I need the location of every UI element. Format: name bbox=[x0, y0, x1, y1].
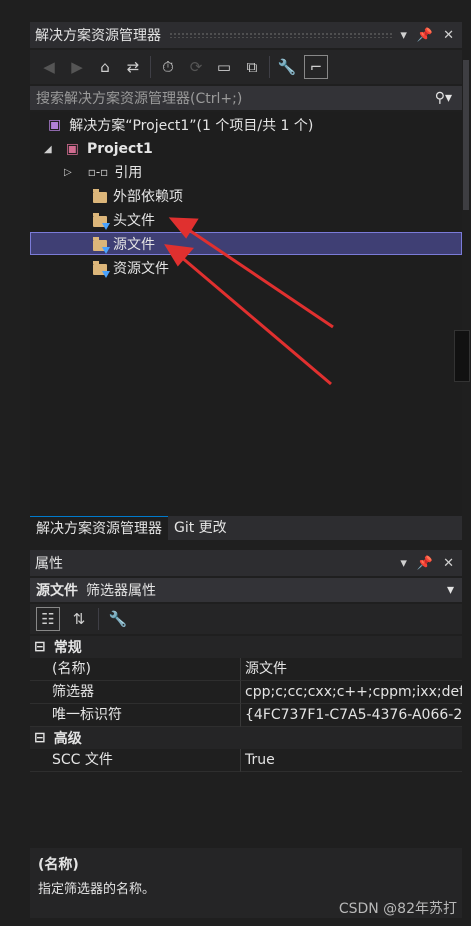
tab-git-changes[interactable]: Git 更改 bbox=[168, 516, 233, 540]
category-label: 常规 bbox=[53, 640, 82, 656]
property-grid: ⊟ 常规 (名称) 源文件 筛选器 cpp;c;cc;cxx;c++;cppm;… bbox=[30, 636, 462, 772]
category-general[interactable]: ⊟ 常规 bbox=[30, 636, 462, 658]
pin-icon[interactable]: 📌 bbox=[417, 556, 433, 571]
collapse-icon[interactable]: ⊟ bbox=[30, 639, 54, 655]
description-title: (名称) bbox=[38, 857, 79, 873]
property-name: SCC 文件 bbox=[30, 749, 241, 772]
property-name: 筛选器 bbox=[30, 681, 241, 704]
description-text: 指定筛选器的名称。 bbox=[38, 882, 156, 897]
properties-title: 属性 bbox=[35, 556, 63, 572]
collapse-icon[interactable]: ⊟ bbox=[30, 730, 54, 746]
category-advanced[interactable]: ⊟ 高级 bbox=[30, 727, 462, 749]
chevron-down-icon[interactable]: ▾ bbox=[400, 556, 407, 571]
property-row[interactable]: (名称) 源文件 bbox=[30, 658, 462, 681]
annotation-arrows bbox=[164, 217, 334, 386]
arrow-line-header bbox=[185, 226, 334, 329]
toolbar-separator bbox=[98, 608, 99, 630]
property-value[interactable]: cpp;c;cc;cxx;c++;cppm;ixx;def bbox=[241, 681, 462, 704]
property-name: 唯一标识符 bbox=[30, 704, 241, 727]
property-row[interactable]: 唯一标识符 {4FC737F1-C7A5-4376-A066-2 bbox=[30, 704, 462, 727]
category-label: 高级 bbox=[53, 731, 82, 747]
object-selector[interactable]: 源文件 筛选器属性 ▾ bbox=[30, 578, 462, 602]
property-name: (名称) bbox=[30, 658, 241, 681]
tab-solution-explorer[interactable]: 解决方案资源管理器 bbox=[30, 516, 168, 540]
properties-toolbar: ☷ ⇅ 🔧 bbox=[30, 604, 462, 634]
property-value[interactable]: 源文件 bbox=[241, 658, 462, 681]
property-pages-wrench-icon[interactable]: 🔧 bbox=[107, 608, 129, 630]
selected-object-name: 源文件 bbox=[36, 583, 78, 599]
property-value[interactable]: True bbox=[241, 749, 462, 772]
watermark: CSDN @82年苏打 bbox=[338, 901, 457, 917]
chevron-down-icon[interactable]: ▾ bbox=[447, 582, 462, 598]
selected-object-type: 筛选器属性 bbox=[86, 583, 156, 599]
tool-window-tabs: 解决方案资源管理器 Git 更改 bbox=[30, 516, 462, 540]
properties-titlebar: 属性 ▾ 📌 ✕ bbox=[30, 550, 462, 576]
categorized-icon[interactable]: ☷ bbox=[36, 607, 60, 631]
property-row[interactable]: SCC 文件 True bbox=[30, 749, 462, 772]
close-icon[interactable]: ✕ bbox=[443, 556, 454, 571]
property-value[interactable]: {4FC737F1-C7A5-4376-A066-2 bbox=[241, 704, 462, 727]
property-row[interactable]: 筛选器 cpp;c;cc;cxx;c++;cppm;ixx;def bbox=[30, 681, 462, 704]
alphabetical-icon[interactable]: ⇅ bbox=[68, 608, 90, 630]
